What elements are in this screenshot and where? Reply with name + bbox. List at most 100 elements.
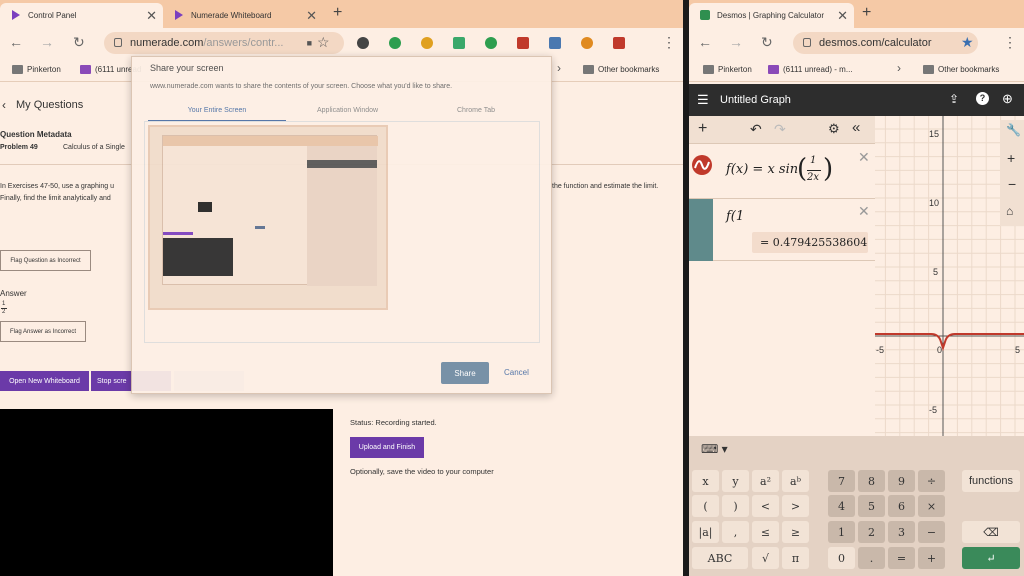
back-arrow-icon[interactable]: ← bbox=[9, 34, 23, 50]
key-3-2[interactable]: π bbox=[782, 547, 809, 569]
share-icon[interactable]: ⇪ bbox=[949, 92, 959, 106]
zoom-in-icon[interactable]: + bbox=[1007, 150, 1015, 166]
reload-icon[interactable]: ↻ bbox=[761, 34, 773, 51]
share-button[interactable]: Share bbox=[441, 362, 489, 384]
key-3-5[interactable]: = bbox=[888, 547, 915, 569]
address-bar[interactable]: numerade.com/answers/contr... ■ bbox=[104, 32, 344, 54]
key-0-3[interactable]: aᵇ bbox=[782, 470, 809, 492]
extension-icon[interactable] bbox=[389, 37, 401, 49]
redo-icon[interactable]: ↷ bbox=[774, 121, 786, 138]
key-0-2[interactable]: a² bbox=[752, 470, 779, 492]
key-0-7[interactable]: ÷ bbox=[918, 470, 945, 492]
close-icon[interactable]: ✕ bbox=[306, 8, 317, 24]
delete-icon[interactable]: ✕ bbox=[858, 149, 870, 166]
help-icon[interactable]: ? bbox=[976, 92, 989, 105]
back-arrow-icon[interactable]: ← bbox=[698, 34, 712, 50]
chevron-right-icon[interactable]: › bbox=[557, 61, 561, 75]
key-0-6[interactable]: 9 bbox=[888, 470, 915, 492]
menu-dots-icon[interactable]: ⋮ bbox=[1003, 34, 1017, 51]
key-3-3[interactable]: 0 bbox=[828, 547, 855, 569]
key-0-0[interactable]: x bbox=[692, 470, 719, 492]
delete-icon[interactable]: ✕ bbox=[858, 203, 870, 220]
key-1-4[interactable]: 4 bbox=[828, 495, 855, 517]
close-icon[interactable]: ✕ bbox=[146, 8, 157, 24]
new-tab-icon[interactable]: + bbox=[862, 4, 871, 22]
flag-question-button[interactable]: Flag Question as Incorrect bbox=[0, 250, 91, 271]
tab-application-window[interactable]: Application Window bbox=[317, 107, 378, 114]
bookmark-star-icon[interactable]: ☆ bbox=[317, 34, 330, 51]
key-2-0[interactable]: |a| bbox=[692, 521, 719, 543]
tab-entire-screen[interactable]: Your Entire Screen bbox=[148, 107, 286, 122]
expression-list-empty[interactable] bbox=[689, 261, 875, 436]
extension-icon[interactable] bbox=[357, 37, 369, 49]
key-2-7[interactable]: − bbox=[918, 521, 945, 543]
back-chevron-icon[interactable]: ‹ bbox=[2, 98, 6, 112]
wrench-icon[interactable]: 🔧 bbox=[1006, 123, 1021, 137]
collapse-icon[interactable]: « bbox=[852, 119, 860, 136]
camera-icon[interactable]: ■ bbox=[307, 32, 312, 54]
key-1-2[interactable]: < bbox=[752, 495, 779, 517]
open-whiteboard-button[interactable]: Open New Whiteboard bbox=[0, 371, 89, 391]
menu-dots-icon[interactable]: ⋮ bbox=[662, 34, 676, 51]
key-2-4[interactable]: 1 bbox=[828, 521, 855, 543]
tab-control-panel[interactable]: Control Panel ✕ bbox=[0, 3, 163, 28]
bookmark-other[interactable]: Other bookmarks bbox=[923, 65, 999, 74]
extension-icon[interactable] bbox=[453, 37, 465, 49]
key-2-5[interactable]: 2 bbox=[858, 521, 885, 543]
key-3-1[interactable]: √ bbox=[752, 547, 779, 569]
forward-arrow-icon[interactable]: → bbox=[729, 34, 743, 50]
key-3-4[interactable]: . bbox=[858, 547, 885, 569]
new-tab-icon[interactable]: + bbox=[333, 4, 342, 22]
chevron-right-icon[interactable]: › bbox=[897, 61, 901, 75]
address-bar[interactable]: desmos.com/calculator bbox=[793, 32, 978, 54]
extension-icon[interactable] bbox=[421, 37, 433, 49]
key-1-5[interactable]: 5 bbox=[858, 495, 885, 517]
extension-icon[interactable] bbox=[613, 37, 625, 49]
upload-finish-button[interactable]: Upload and Finish bbox=[350, 437, 424, 458]
backspace-key[interactable]: ⌫ bbox=[962, 521, 1020, 543]
expression-row-2[interactable]: f(1 ✕ = 0.479425538604 bbox=[689, 199, 875, 261]
globe-icon[interactable]: ⊕ bbox=[1002, 91, 1013, 107]
tab-desmos[interactable]: Desmos | Graphing Calculator ✕ bbox=[689, 3, 854, 28]
forward-arrow-icon[interactable]: → bbox=[40, 34, 54, 50]
enter-key[interactable]: ↵ bbox=[962, 547, 1020, 569]
key-0-1[interactable]: y bbox=[722, 470, 749, 492]
key-1-1[interactable]: ) bbox=[722, 495, 749, 517]
extension-icon[interactable] bbox=[549, 37, 561, 49]
tab-numerade-whiteboard[interactable]: Numerade Whiteboard ✕ bbox=[163, 3, 323, 28]
screen-thumbnail[interactable] bbox=[148, 125, 388, 310]
key-1-6[interactable]: 6 bbox=[888, 495, 915, 517]
tab-chrome-tab[interactable]: Chrome Tab bbox=[457, 107, 495, 114]
page-title[interactable]: My Questions bbox=[16, 99, 83, 111]
key-1-0[interactable]: ( bbox=[692, 495, 719, 517]
key-3-0[interactable]: ABC bbox=[692, 547, 748, 569]
key-2-6[interactable]: 3 bbox=[888, 521, 915, 543]
key-2-1[interactable]: , bbox=[722, 521, 749, 543]
home-icon[interactable]: ⌂ bbox=[1006, 204, 1013, 218]
undo-icon[interactable]: ↶ bbox=[750, 121, 762, 138]
extension-icon[interactable] bbox=[581, 37, 593, 49]
bookmark-mail[interactable]: (6111 unread) - m... bbox=[768, 65, 853, 74]
flag-answer-button[interactable]: Flag Answer as Incorrect bbox=[0, 321, 86, 342]
reload-icon[interactable]: ↻ bbox=[73, 34, 85, 51]
key-0-5[interactable]: 8 bbox=[858, 470, 885, 492]
cancel-button[interactable]: Cancel bbox=[504, 368, 529, 377]
hamburger-menu-icon[interactable]: ☰ bbox=[697, 92, 709, 108]
key-2-2[interactable]: ≤ bbox=[752, 521, 779, 543]
graph-title[interactable]: Untitled Graph bbox=[720, 94, 791, 106]
key-1-7[interactable]: × bbox=[918, 495, 945, 517]
extension-icon[interactable] bbox=[517, 37, 529, 49]
bookmark-star-icon[interactable]: ★ bbox=[961, 34, 974, 51]
zoom-out-icon[interactable]: − bbox=[1008, 176, 1016, 192]
close-icon[interactable]: ✕ bbox=[837, 8, 848, 24]
drive-icon[interactable] bbox=[485, 37, 497, 49]
bookmark-other[interactable]: Other bookmarks bbox=[583, 65, 659, 74]
key-2-3[interactable]: ≥ bbox=[782, 521, 809, 543]
keyboard-icon[interactable]: ⌨ ▾ bbox=[701, 442, 728, 456]
key-0-4[interactable]: 7 bbox=[828, 470, 855, 492]
expression-input[interactable]: f(1 bbox=[726, 209, 744, 224]
key-0-8[interactable]: functions bbox=[962, 470, 1020, 492]
add-item-icon[interactable]: + bbox=[698, 120, 707, 138]
graph-style-icon[interactable] bbox=[691, 154, 713, 176]
expression-row-1[interactable]: f(x) = x sin ( 1 2x ) ✕ bbox=[689, 144, 875, 199]
